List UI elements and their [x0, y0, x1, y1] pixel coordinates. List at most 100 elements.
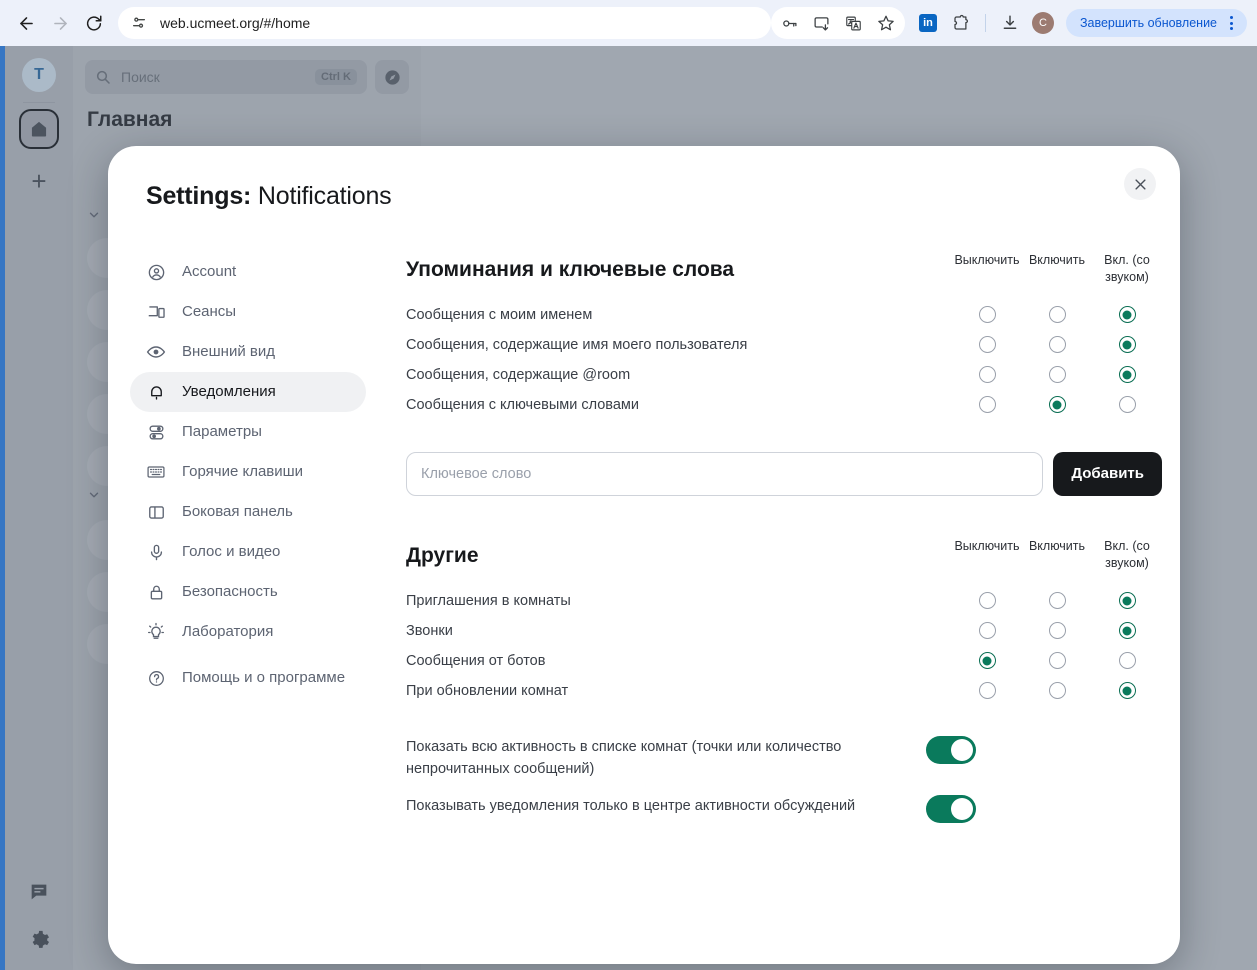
radio-off[interactable]	[979, 682, 996, 699]
star-bookmark-icon	[877, 14, 895, 32]
keyword-input[interactable]	[406, 452, 1043, 496]
option-label: Приглашения в комнаты	[406, 593, 952, 609]
radio-on-sound[interactable]	[1119, 306, 1136, 323]
sidebar-item-label: Уведомления	[182, 383, 276, 401]
sidebar-item-preferences[interactable]: Параметры	[130, 412, 366, 452]
radio-on-sound[interactable]	[1119, 652, 1136, 669]
linkedin-icon: in	[919, 14, 937, 32]
downloads-button[interactable]	[995, 8, 1025, 38]
sidebar-item-account[interactable]: Account	[130, 252, 366, 292]
option-label: Сообщения, содержащие имя моего пользова…	[406, 337, 952, 353]
radio-off[interactable]	[979, 336, 996, 353]
translate-button[interactable]	[839, 8, 869, 38]
password-key-icon	[781, 15, 798, 32]
sidebar-item-label: Голос и видео	[182, 543, 280, 561]
option-label: При обновлении комнат	[406, 683, 952, 699]
toggle-label: Показывать уведомления только в центре а…	[406, 795, 926, 818]
radio-on[interactable]	[1049, 682, 1066, 699]
reload-button[interactable]	[78, 7, 110, 39]
site-settings-icon[interactable]	[130, 14, 148, 32]
install-app-button[interactable]	[807, 8, 837, 38]
sidebar-item-label: Сеансы	[182, 303, 236, 321]
radio-on-sound[interactable]	[1119, 336, 1136, 353]
downloads-icon	[1001, 14, 1019, 32]
linkedin-extension-button[interactable]: in	[913, 8, 943, 38]
column-header-on-sound: Вкл. (со звуком)	[1092, 252, 1162, 286]
sidebar-item-sidebar[interactable]: Боковая панель	[130, 492, 366, 532]
toggle-label: Показать всю активность в списке комнат …	[406, 736, 926, 782]
sidebar-item-shortcuts[interactable]: Горячие клавиши	[130, 452, 366, 492]
radio-on-sound[interactable]	[1119, 622, 1136, 639]
section-header-other: Другие Выключить Включить Вкл. (со звуко…	[406, 538, 1162, 572]
omnibox-action-icons	[771, 7, 905, 39]
bookmark-button[interactable]	[871, 8, 901, 38]
address-bar[interactable]: web.ucmeet.org/#/home	[118, 7, 771, 39]
dialog-title: Settings: Notifications	[146, 182, 391, 211]
radio-off[interactable]	[979, 622, 996, 639]
radio-on[interactable]	[1049, 622, 1066, 639]
option-label: Сообщения с ключевыми словами	[406, 397, 952, 413]
back-button[interactable]	[10, 7, 42, 39]
radio-off[interactable]	[979, 592, 996, 609]
table-row: Приглашения в комнаты	[406, 586, 1162, 616]
radio-on-sound[interactable]	[1119, 366, 1136, 383]
toolbar-divider	[985, 14, 986, 32]
finish-update-label: Завершить обновление	[1080, 16, 1217, 30]
profile-button[interactable]: C	[1028, 8, 1058, 38]
option-label: Сообщения, содержащие @room	[406, 367, 952, 383]
sidebar-item-help[interactable]: Помощь и о программе	[130, 652, 366, 704]
sidebar-item-labs[interactable]: Лаборатория	[130, 612, 366, 652]
radio-on[interactable]	[1049, 336, 1066, 353]
sidebar-item-label: Account	[182, 263, 236, 281]
back-arrow-icon	[17, 14, 36, 33]
sidebar-item-security[interactable]: Безопасность	[130, 572, 366, 612]
section-header-mentions: Упоминания и ключевые слова Выключить Вк…	[406, 252, 1162, 286]
radio-on[interactable]	[1049, 592, 1066, 609]
toggle-row-show-activity: Показать всю активность в списке комнат …	[406, 736, 1162, 782]
lock-icon	[146, 582, 166, 602]
radio-on[interactable]	[1049, 396, 1066, 413]
threads-activity-center-toggle[interactable]	[926, 795, 976, 823]
table-row: Сообщения, содержащие имя моего пользова…	[406, 330, 1162, 360]
column-header-on-sound: Вкл. (со звуком)	[1092, 538, 1162, 572]
password-manager-button[interactable]	[775, 8, 805, 38]
radio-on[interactable]	[1049, 652, 1066, 669]
radio-on[interactable]	[1049, 306, 1066, 323]
sidebar-item-sessions[interactable]: Сеансы	[130, 292, 366, 332]
sidebar-item-voice-video[interactable]: Голос и видео	[130, 532, 366, 572]
radio-on-sound[interactable]	[1119, 592, 1136, 609]
close-icon	[1133, 177, 1148, 192]
sidebar-item-label: Боковая панель	[182, 503, 293, 521]
appearance-eye-icon	[146, 342, 166, 362]
table-row: При обновлении комнат	[406, 676, 1162, 706]
radio-off[interactable]	[979, 396, 996, 413]
table-row: Сообщения от ботов	[406, 646, 1162, 676]
browser-toolbar: web.ucmeet.org/#/home in C Завершить	[0, 0, 1257, 46]
forward-button[interactable]	[44, 7, 76, 39]
finish-update-button[interactable]: Завершить обновление	[1066, 9, 1247, 37]
account-circle-icon	[146, 262, 166, 282]
add-keyword-button[interactable]: Добавить	[1053, 452, 1162, 496]
sidebar-item-label: Помощь и о программе	[182, 669, 345, 687]
radio-off[interactable]	[979, 652, 996, 669]
column-header-on: Включить	[1022, 538, 1092, 572]
kebab-menu-icon[interactable]	[1221, 16, 1241, 30]
show-all-activity-toggle[interactable]	[926, 736, 976, 764]
sidebar-item-notifications[interactable]: Уведомления	[130, 372, 366, 412]
radio-off[interactable]	[979, 366, 996, 383]
close-dialog-button[interactable]	[1124, 168, 1156, 200]
radio-on[interactable]	[1049, 366, 1066, 383]
table-row: Звонки	[406, 616, 1162, 646]
sidebar-item-label: Горячие клавиши	[182, 463, 303, 481]
radio-off[interactable]	[979, 306, 996, 323]
sidebar-item-appearance[interactable]: Внешний вид	[130, 332, 366, 372]
radio-on-sound[interactable]	[1119, 682, 1136, 699]
extensions-button[interactable]	[946, 8, 976, 38]
chrome-profile-avatar: C	[1032, 12, 1054, 34]
column-header-off: Выключить	[952, 252, 1022, 286]
radio-on-sound[interactable]	[1119, 396, 1136, 413]
dialog-title-bold: Settings:	[146, 182, 251, 210]
app-window: T + Поиск Ctrl K Главная	[0, 46, 1257, 970]
extensions-puzzle-icon	[952, 14, 970, 32]
settings-dialog: Settings: Notifications Account Сеансы В…	[108, 146, 1180, 964]
